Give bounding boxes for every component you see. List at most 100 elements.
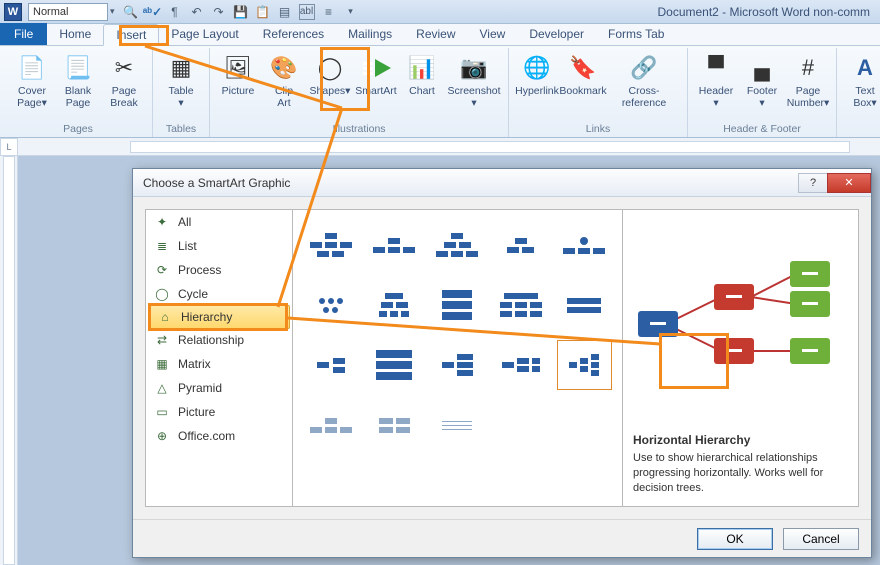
clipart-icon: 🎨 <box>268 52 300 84</box>
cat-pyramid[interactable]: △Pyramid <box>146 376 292 400</box>
qat-icons: 🔍 ᵃᵇ✓ ¶ ↶ ↷ 💾 📋 ▤ abl ≡ ▾ <box>123 4 359 20</box>
print-preview-icon[interactable]: 🔍 <box>123 4 139 20</box>
cat-officecom[interactable]: ⊕Office.com <box>146 424 292 448</box>
layout-thumb[interactable] <box>430 340 485 390</box>
layout-thumb[interactable] <box>493 340 548 390</box>
hyperlink-icon: 🌐 <box>521 52 553 84</box>
close-button[interactable]: ✕ <box>827 173 871 193</box>
pagenumber-button[interactable]: #PageNumber▾ <box>786 50 830 122</box>
smartart-button[interactable]: SmartArt <box>354 50 398 122</box>
tab-page-layout[interactable]: Page Layout <box>159 23 250 45</box>
chart-button[interactable]: 📊Chart <box>400 50 444 122</box>
qat-more-icon[interactable]: ▾ <box>343 4 359 20</box>
layout-thumb[interactable] <box>303 280 358 330</box>
list-icon: ≣ <box>154 238 170 254</box>
cover-page-icon: 📄 <box>16 52 48 84</box>
preview-graphic <box>633 220 848 427</box>
textbox-qat-icon[interactable]: abl <box>299 4 315 20</box>
layout-thumb[interactable] <box>430 400 485 450</box>
layout-thumb[interactable] <box>303 400 358 450</box>
blank-page-icon: 📃 <box>62 52 94 84</box>
tab-forms[interactable]: Forms Tab <box>596 23 676 45</box>
layout-thumb[interactable] <box>557 280 612 330</box>
shapes-button[interactable]: ◯Shapes▾ <box>308 50 352 122</box>
table-button[interactable]: ▦Table▾ <box>159 50 203 122</box>
ruler-strip <box>130 141 850 153</box>
equation-icon[interactable]: ≡ <box>321 4 337 20</box>
pyramid-icon: △ <box>154 380 170 396</box>
textbox-button[interactable]: ATextBox▾ <box>843 50 880 134</box>
screenshot-icon: 📷 <box>458 52 490 84</box>
cover-page-button[interactable]: 📄CoverPage▾ <box>10 50 54 122</box>
tab-view[interactable]: View <box>468 23 518 45</box>
layout-thumb[interactable] <box>303 220 358 270</box>
footer-button[interactable]: ▄Footer▾ <box>740 50 784 122</box>
layout-thumb[interactable] <box>557 220 612 270</box>
layout-thumb[interactable] <box>303 340 358 390</box>
header-button[interactable]: ▀Header▾ <box>694 50 738 122</box>
ok-button[interactable]: OK <box>697 528 773 550</box>
hyperlink-button[interactable]: 🌐Hyperlink <box>515 50 559 122</box>
document-title: Document2 - Microsoft Word non-comm <box>657 5 876 19</box>
group-label-tables: Tables <box>159 122 203 137</box>
layout-thumb[interactable] <box>366 220 421 270</box>
group-headerfooter: ▀Header▾ ▄Footer▾ #PageNumber▾ Header & … <box>688 48 837 137</box>
tab-file[interactable]: File <box>0 23 47 45</box>
quick-access-toolbar: W Normal ▾ 🔍 ᵃᵇ✓ ¶ ↶ ↷ 💾 📋 ▤ abl ≡ ▾ Doc… <box>0 0 880 24</box>
tab-mailings[interactable]: Mailings <box>336 23 404 45</box>
bookmark-icon: 🔖 <box>567 52 599 84</box>
layout-thumb[interactable] <box>366 340 421 390</box>
cat-cycle[interactable]: ◯Cycle <box>146 282 292 306</box>
clipart-button[interactable]: 🎨ClipArt <box>262 50 306 122</box>
cat-hierarchy[interactable]: ⌂Hierarchy <box>148 305 290 329</box>
screenshot-button[interactable]: 📷Screenshot▾ <box>446 50 502 122</box>
tab-selector[interactable]: L <box>0 138 18 156</box>
group-links: 🌐Hyperlink 🔖Bookmark 🔗Cross-reference Li… <box>509 48 688 137</box>
picture-button[interactable]: 🖼Picture <box>216 50 260 122</box>
cat-list[interactable]: ≣List <box>146 234 292 258</box>
redo-icon[interactable]: ↷ <box>211 4 227 20</box>
layout-thumb[interactable] <box>366 280 421 330</box>
paragraph-marks-icon[interactable]: ¶ <box>167 4 183 20</box>
cat-matrix[interactable]: ▦Matrix <box>146 352 292 376</box>
paste-icon[interactable]: 📋 <box>255 4 271 20</box>
picture-icon: 🖼 <box>222 52 254 84</box>
tab-home[interactable]: Home <box>47 23 103 45</box>
cat-all[interactable]: ✦All <box>146 210 292 234</box>
tab-references[interactable]: References <box>251 23 336 45</box>
tab-insert[interactable]: Insert <box>103 24 159 46</box>
app-icon[interactable]: W <box>4 3 22 21</box>
bookmark-button[interactable]: 🔖Bookmark <box>561 50 605 122</box>
cycle-icon: ◯ <box>154 286 170 302</box>
layout-thumb[interactable] <box>366 400 421 450</box>
page-break-button[interactable]: ✂PageBreak <box>102 50 146 122</box>
shapes-icon: ◯ <box>314 52 346 84</box>
style-selector[interactable]: Normal <box>28 3 108 21</box>
cat-picture[interactable]: ▭Picture <box>146 400 292 424</box>
ribbon-tabs: File Home Insert Page Layout References … <box>0 24 880 46</box>
cat-process[interactable]: ⟳Process <box>146 258 292 282</box>
tab-developer[interactable]: Developer <box>517 23 596 45</box>
ruler-horizontal[interactable]: L <box>0 138 880 156</box>
ruler-vertical[interactable] <box>0 156 18 565</box>
dialog-titlebar[interactable]: Choose a SmartArt Graphic ? ✕ <box>133 169 871 197</box>
cancel-button[interactable]: Cancel <box>783 528 859 550</box>
dropdown-icon[interactable]: ▾ <box>110 6 115 17</box>
smartart-dialog: Choose a SmartArt Graphic ? ✕ ✦All ≣List… <box>132 168 872 558</box>
layout-thumb-selected[interactable] <box>557 340 612 390</box>
undo-icon[interactable]: ↶ <box>189 4 205 20</box>
layout-thumb[interactable] <box>493 220 548 270</box>
cat-relationship[interactable]: ⇄Relationship <box>146 328 292 352</box>
tab-review[interactable]: Review <box>404 23 467 45</box>
help-button[interactable]: ? <box>798 173 828 193</box>
blank-page-button[interactable]: 📃BlankPage <box>56 50 100 122</box>
preview-description: Use to show hierarchical relationships p… <box>633 451 848 496</box>
table-icon[interactable]: ▤ <box>277 4 293 20</box>
spellcheck-icon[interactable]: ᵃᵇ✓ <box>145 4 161 20</box>
layout-gallery <box>293 209 623 507</box>
layout-thumb[interactable] <box>430 280 485 330</box>
layout-thumb[interactable] <box>430 220 485 270</box>
save-icon[interactable]: 💾 <box>233 4 249 20</box>
crossref-button[interactable]: 🔗Cross-reference <box>607 50 681 122</box>
layout-thumb[interactable] <box>493 280 548 330</box>
